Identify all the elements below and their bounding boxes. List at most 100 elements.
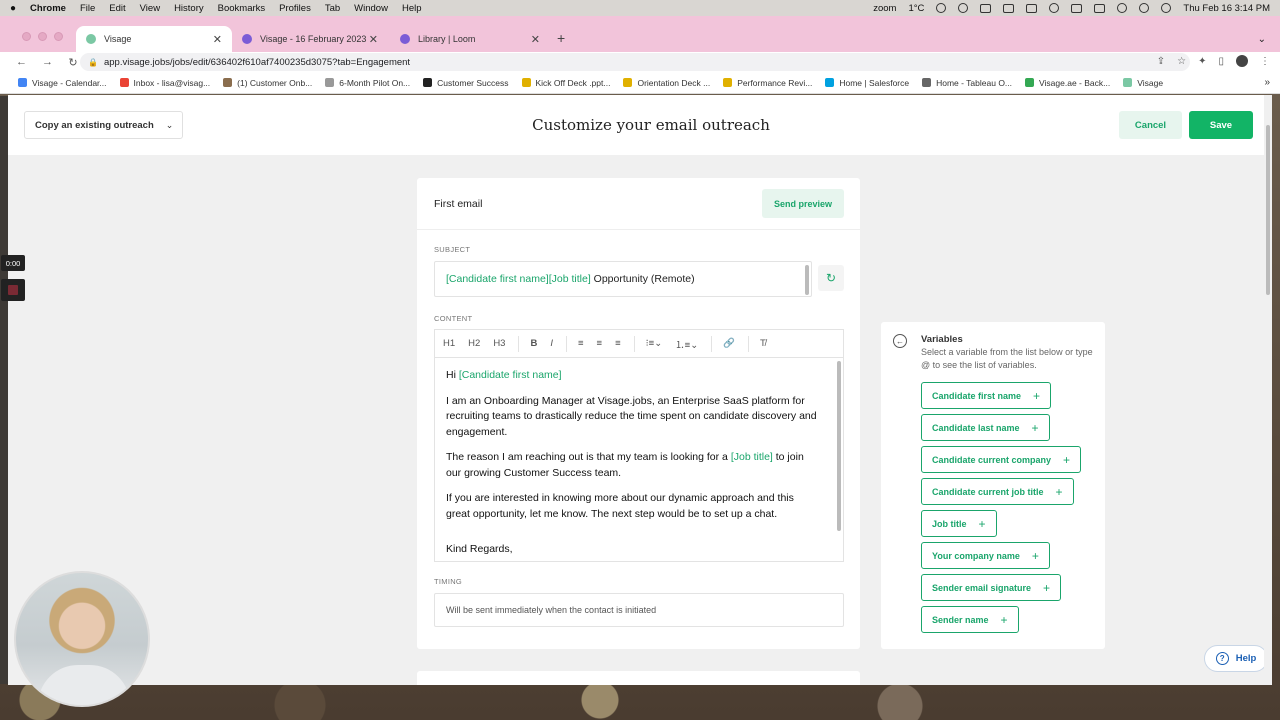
- variable-chip[interactable]: Candidate current company +: [921, 446, 1082, 473]
- minimize-window-button[interactable]: [38, 32, 47, 41]
- align-center-icon[interactable]: ≡: [597, 338, 603, 349]
- window-icon[interactable]: [1026, 3, 1038, 13]
- variable-chip[interactable]: Candidate current job title +: [921, 478, 1074, 505]
- plus-icon: +: [978, 516, 986, 531]
- send-preview-button[interactable]: Send preview: [762, 189, 844, 218]
- email-content-editor[interactable]: Hi [Candidate first name] I am an Onboar…: [434, 357, 844, 562]
- bookmark-item[interactable]: Kick Off Deck .ppt...: [521, 78, 610, 88]
- bookmarks-bar: Visage - Calendar... Inbox - lisa@visag.…: [0, 72, 1280, 94]
- menu-window[interactable]: Window: [354, 3, 388, 14]
- new-tab-icon[interactable]: +: [557, 30, 565, 46]
- save-button[interactable]: Save: [1189, 111, 1253, 139]
- cancel-button[interactable]: Cancel: [1119, 111, 1182, 139]
- bookmarks-overflow-icon[interactable]: »: [1264, 77, 1270, 88]
- variable-chip[interactable]: Sender email signature +: [921, 574, 1062, 601]
- variable-chip[interactable]: Candidate first name +: [921, 382, 1052, 409]
- apple-icon[interactable]: ●: [10, 3, 16, 14]
- align-left-icon[interactable]: ≡: [578, 338, 584, 349]
- menu-bookmarks[interactable]: Bookmarks: [218, 3, 266, 14]
- stop-recording-button[interactable]: [1, 279, 25, 301]
- battery-icon[interactable]: [1094, 3, 1106, 13]
- heading3-button[interactable]: H3: [493, 338, 505, 349]
- menu-history[interactable]: History: [174, 3, 204, 14]
- back-arrow-icon[interactable]: ←: [16, 56, 27, 68]
- close-window-button[interactable]: [22, 32, 31, 41]
- clock[interactable]: Thu Feb 16 3:14 PM: [1183, 3, 1270, 14]
- variable-chip[interactable]: Sender name +: [921, 606, 1019, 633]
- maximize-window-button[interactable]: [54, 32, 63, 41]
- bullet-list-icon[interactable]: ⁝≡⌄: [646, 338, 663, 349]
- variable-chip[interactable]: Job title +: [921, 510, 997, 537]
- lock-icon[interactable]: 🔒: [88, 58, 98, 67]
- clear-format-icon[interactable]: T̸: [760, 338, 766, 349]
- menu-tab[interactable]: Tab: [325, 3, 340, 14]
- bookmark-item[interactable]: Inbox - lisa@visag...: [119, 78, 210, 88]
- reset-subject-icon[interactable]: ↻: [818, 265, 844, 291]
- address-bar[interactable]: 🔒 app.visage.jobs/jobs/edit/636402f610af…: [80, 53, 1190, 71]
- bookmark-item[interactable]: Orientation Deck ...: [623, 78, 710, 88]
- reload-icon[interactable]: ↻: [68, 56, 78, 69]
- display-icon[interactable]: [1071, 3, 1083, 13]
- subject-scrollbar[interactable]: [805, 265, 809, 295]
- bookmark-item[interactable]: 6-Month Pilot On...: [325, 78, 410, 88]
- wifi-icon[interactable]: [1117, 3, 1128, 13]
- tab-close-icon[interactable]: ✕: [531, 33, 540, 46]
- webcam-bubble[interactable]: [14, 571, 150, 707]
- bookmark-star-icon[interactable]: ☆: [1177, 56, 1186, 67]
- profile-avatar[interactable]: [1236, 55, 1248, 67]
- tab-search-chevron-icon[interactable]: ⌄: [1258, 34, 1266, 45]
- tab-visage[interactable]: Visage ✕: [76, 26, 232, 52]
- heading2-button[interactable]: H2: [468, 338, 480, 349]
- gear-icon[interactable]: [958, 3, 969, 13]
- bookmark-item[interactable]: Home | Salesforce: [825, 78, 909, 88]
- page-title: Customize your email outreach: [532, 116, 770, 134]
- extensions-icon[interactable]: ✦: [1198, 56, 1206, 67]
- bold-button[interactable]: B: [530, 338, 537, 349]
- bookmark-item[interactable]: Home - Tableau O...: [922, 78, 1012, 88]
- search-icon[interactable]: [1139, 3, 1150, 13]
- notion-icon: [423, 78, 433, 87]
- help-button[interactable]: ? Help: [1204, 645, 1268, 672]
- cloud-icon[interactable]: [936, 3, 947, 13]
- volume-icon[interactable]: [1003, 3, 1015, 13]
- menu-file[interactable]: File: [80, 3, 95, 14]
- back-arrow-icon[interactable]: ←: [893, 334, 907, 348]
- bookmark-item[interactable]: Visage.ae - Back...: [1025, 78, 1110, 88]
- tab-visage-meeting[interactable]: Visage - 16 February 2023 ✕: [232, 26, 388, 52]
- menu-help[interactable]: Help: [402, 3, 422, 14]
- tab-close-icon[interactable]: ✕: [213, 33, 222, 46]
- link-icon[interactable]: 🔗: [723, 338, 735, 349]
- page-scrollbar[interactable]: [1264, 95, 1272, 685]
- italic-button[interactable]: I: [550, 338, 553, 349]
- bookmark-item[interactable]: Performance Revi...: [723, 78, 812, 88]
- tab-loom-library[interactable]: Library | Loom ✕: [390, 26, 550, 52]
- chrome-menu-icon[interactable]: ⋮: [1260, 56, 1270, 67]
- menu-profiles[interactable]: Profiles: [279, 3, 311, 14]
- heading1-button[interactable]: H1: [443, 338, 455, 349]
- control-center-icon[interactable]: [1161, 3, 1172, 13]
- bookmark-item[interactable]: Visage - Calendar...: [18, 78, 107, 88]
- numbered-list-icon[interactable]: ⒈≡⌄: [675, 337, 698, 351]
- zoom-status[interactable]: zoom: [873, 3, 896, 14]
- weather-status[interactable]: 1°C: [908, 3, 924, 14]
- variable-chip[interactable]: Your company name +: [921, 542, 1050, 569]
- subject-input[interactable]: [Candidate first name] [Job title] Opport…: [434, 261, 812, 297]
- share-icon[interactable]: ⇪: [1157, 56, 1165, 67]
- menu-view[interactable]: View: [140, 3, 160, 14]
- variable-chip[interactable]: Candidate last name +: [921, 414, 1050, 441]
- menu-app-name[interactable]: Chrome: [30, 3, 66, 14]
- menu-edit[interactable]: Edit: [109, 3, 125, 14]
- bookmark-item[interactable]: (1) Customer Onb...: [223, 78, 312, 88]
- align-right-icon[interactable]: ≡: [615, 338, 621, 349]
- forward-arrow-icon[interactable]: →: [42, 56, 53, 68]
- page-scrollbar-thumb[interactable]: [1266, 125, 1270, 295]
- editor-scrollbar[interactable]: [837, 361, 841, 531]
- bookmark-item[interactable]: Visage: [1123, 78, 1163, 88]
- tab-close-icon[interactable]: ✕: [369, 33, 378, 46]
- app-status-icon[interactable]: [980, 3, 992, 13]
- side-panel-icon[interactable]: ▯: [1218, 56, 1224, 67]
- bluetooth-icon[interactable]: [1049, 3, 1060, 13]
- variables-description: Select a variable from the list below or…: [921, 347, 1093, 370]
- timing-select[interactable]: Will be sent immediately when the contac…: [434, 593, 844, 627]
- bookmark-item[interactable]: Customer Success: [423, 78, 509, 88]
